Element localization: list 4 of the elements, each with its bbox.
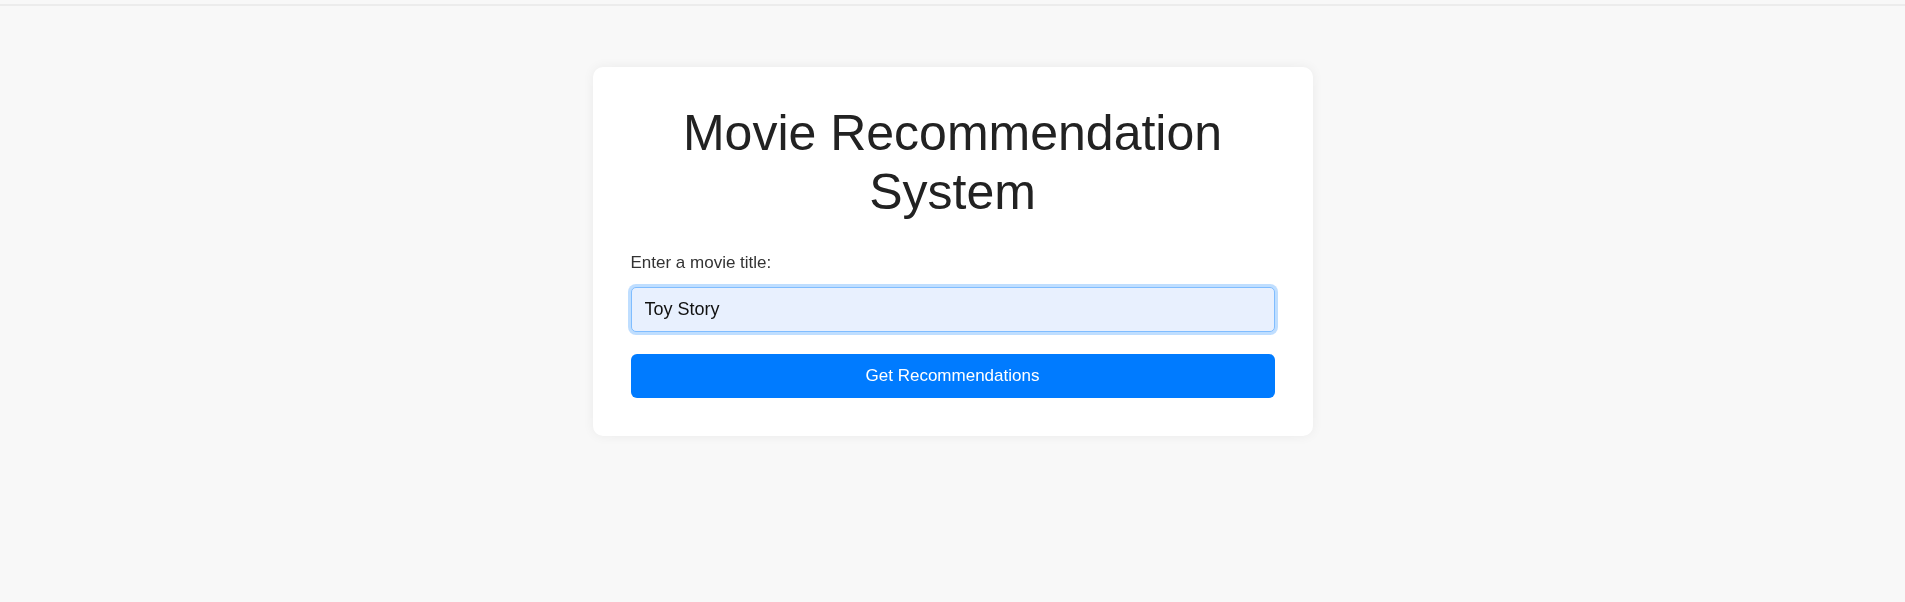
page-title: Movie Recommendation System [681,104,1224,222]
get-recommendations-button[interactable]: Get Recommendations [630,354,1275,398]
field-label: Enter a movie title: [630,252,772,274]
movie-title-input[interactable]: Toy Story [630,287,1275,332]
